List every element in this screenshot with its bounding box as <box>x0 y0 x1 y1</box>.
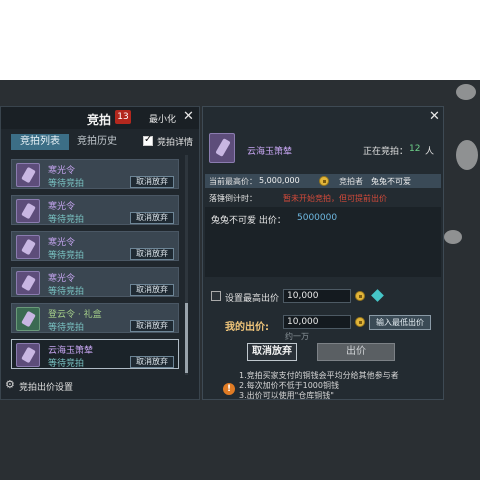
list-item[interactable]: 寒光令 等待竞拍 取消放弃 <box>11 267 179 297</box>
auction-count-badge: 13 <box>115 110 131 124</box>
rule-line: 1.竞拍买家支付的铜钱会平均分给其他参与者 <box>239 371 399 380</box>
highest-bid-value: 5,000,000 <box>259 176 300 185</box>
list-item[interactable]: 寒光令 等待竞拍 取消放弃 <box>11 231 179 261</box>
item-status: 等待竞拍 <box>48 179 85 189</box>
item-status: 等待竞拍 <box>48 323 85 333</box>
sky <box>0 0 480 80</box>
auction-detail-label: 竞拍详情 <box>157 138 194 148</box>
rule-line: 3.出价可以使用"仓库铜钱" <box>239 391 334 400</box>
bidders-count: 12 <box>409 144 421 154</box>
gear-icon[interactable]: ⚙ <box>5 378 15 391</box>
cancel-abandon-button[interactable]: 取消放弃 <box>247 343 297 361</box>
bid-log-amount: 5000000 <box>297 213 338 223</box>
item-name: 寒光令 <box>48 166 76 176</box>
list-item-selected[interactable]: 云海玉箫辇 等待竞拍 取消放弃 <box>11 339 179 369</box>
warning-icon: ! <box>223 383 235 395</box>
list-item[interactable]: 登云令 · 礼盒 等待竞拍 取消放弃 <box>11 303 179 333</box>
item-status: 等待竞拍 <box>48 251 85 261</box>
green-box-icon <box>16 307 40 331</box>
cancel-abandon-button[interactable]: 取消放弃 <box>130 356 174 368</box>
item-status: 等待竞拍 <box>48 359 85 369</box>
cancel-abandon-button[interactable]: 取消放弃 <box>130 248 174 260</box>
auction-list-panel: 竞拍 13 最小化 ✕ 竞拍列表 竞拍历史 竞拍详情 寒光令 等待竞拍 取消放弃… <box>0 106 200 400</box>
coin-icon <box>355 291 365 301</box>
tab-auction-history[interactable]: 竞拍历史 <box>71 134 123 150</box>
purple-token-icon <box>16 163 40 187</box>
cancel-abandon-button[interactable]: 取消放弃 <box>130 212 174 224</box>
bid-log-user: 兔兔不可爱 出价： <box>211 216 286 226</box>
coin-icon <box>355 317 365 327</box>
minimize-button[interactable]: 最小化 <box>149 112 176 125</box>
purple-token-icon <box>209 133 235 163</box>
highest-bid-row: 当前最高价： 5,000,000 竞拍者 兔兔不可爱 <box>205 174 441 188</box>
cancel-abandon-button[interactable]: 取消放弃 <box>130 284 174 296</box>
purple-token-icon <box>16 343 40 367</box>
bidders-unit: 人 <box>425 147 435 157</box>
auction-detail-checkbox[interactable] <box>143 134 153 146</box>
purple-token-icon <box>16 235 40 259</box>
auction-detail-panel: ✕ 云海玉箫辇 正在竞拍： 12 人 当前最高价： 5,000,000 竞拍者 … <box>202 106 444 400</box>
close-icon[interactable]: ✕ <box>429 109 440 124</box>
bid-log: 兔兔不可爱 出价： 5000000 <box>205 207 441 277</box>
bidder-label: 竞拍者 <box>339 177 363 186</box>
bid-button[interactable]: 出价 <box>317 343 395 361</box>
bid-settings-link[interactable]: 竞拍出价设置 <box>19 380 73 393</box>
purple-token-icon <box>16 271 40 295</box>
item-name: 寒光令 <box>48 202 76 212</box>
cancel-abandon-button[interactable]: 取消放弃 <box>130 320 174 332</box>
close-icon[interactable]: ✕ <box>183 109 194 124</box>
diamond-icon[interactable] <box>371 289 384 302</box>
bidders-label: 正在竞拍： <box>363 147 409 157</box>
panel-title: 竞拍 <box>87 113 112 127</box>
my-bid-input[interactable]: 10,000 <box>283 315 351 329</box>
purple-token-icon <box>16 199 40 223</box>
min-bid-button[interactable]: 输入最低出价 <box>369 315 431 330</box>
item-name: 登云令 · 礼盒 <box>48 310 102 320</box>
item-status: 等待竞拍 <box>48 215 85 225</box>
cancel-abandon-button[interactable]: 取消放弃 <box>130 176 174 188</box>
highest-bid-label: 当前最高价： <box>209 177 257 186</box>
my-bid-label: 我的出价: <box>225 322 269 333</box>
item-name: 云海玉箫辇 <box>247 147 293 157</box>
countdown-label: 落锤倒计时： <box>209 194 257 203</box>
scrollbar-thumb[interactable] <box>185 303 188 373</box>
max-bid-input[interactable]: 10,000 <box>283 289 351 303</box>
item-name: 寒光令 <box>48 238 76 248</box>
max-bid-label: 设置最高出价 <box>225 294 280 304</box>
item-status: 等待竞拍 <box>48 287 85 297</box>
approx-amount: 约一万 <box>285 332 309 341</box>
rock <box>456 140 478 170</box>
rock <box>456 84 476 100</box>
rule-line: 2.每次加价不低于1000铜钱 <box>239 381 339 390</box>
tab-auction-list[interactable]: 竞拍列表 <box>11 134 69 150</box>
list-item[interactable]: 寒光令 等待竞拍 取消放弃 <box>11 195 179 225</box>
auction-rules: 1.竞拍买家支付的铜钱会平均分给其他参与者 2.每次加价不低于1000铜钱 3.… <box>239 371 399 401</box>
item-name: 寒光令 <box>48 274 76 284</box>
list-item[interactable]: 寒光令 等待竞拍 取消放弃 <box>11 159 179 189</box>
rock <box>444 230 462 244</box>
item-name: 云海玉箫辇 <box>48 346 94 356</box>
max-bid-checkbox[interactable] <box>211 291 221 301</box>
coin-icon <box>319 176 329 186</box>
countdown-text: 暂未开始竞拍，但可提前出价 <box>283 194 387 203</box>
bidder-name: 兔兔不可爱 <box>371 177 411 186</box>
